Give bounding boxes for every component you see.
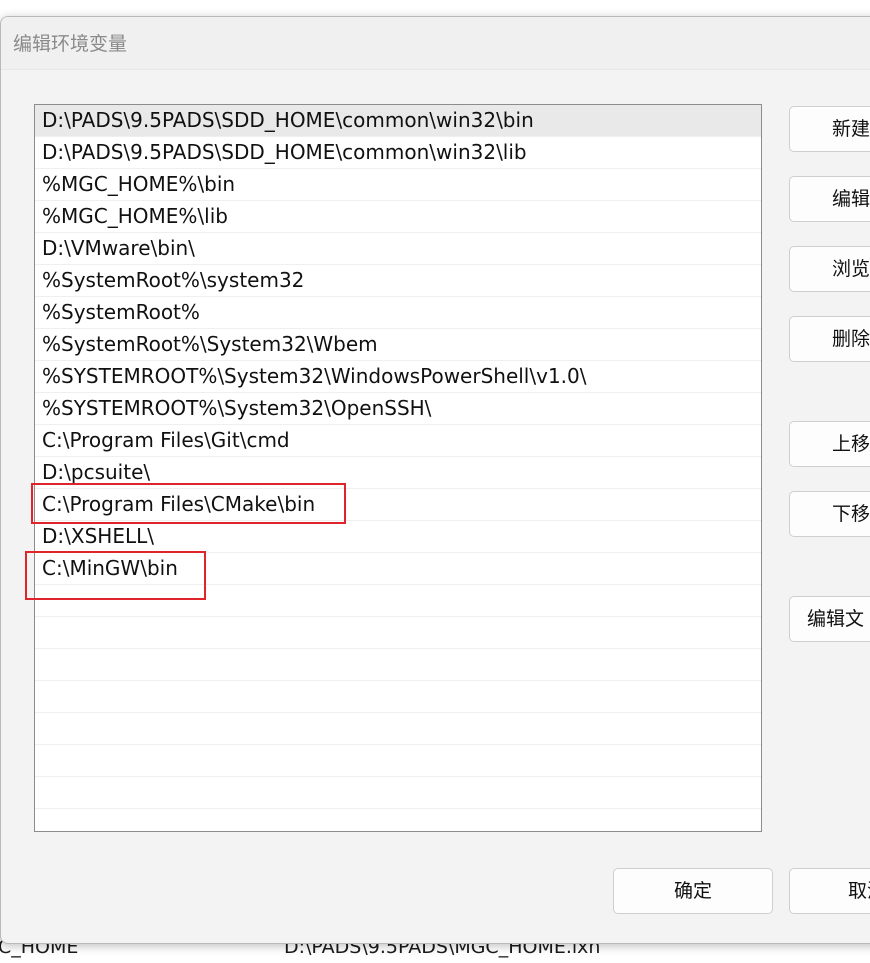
ok-button[interactable]: 确定 <box>613 868 773 914</box>
dialog-title: 编辑环境变量 <box>13 33 128 55</box>
move-down-button[interactable]: 下移 <box>789 491 870 537</box>
edit-button[interactable]: 编辑 <box>789 176 870 222</box>
browse-button[interactable]: 浏览 <box>789 246 870 292</box>
list-item[interactable]: D:\pcsuite\ <box>35 457 761 489</box>
list-item[interactable] <box>35 617 761 649</box>
list-item[interactable]: D:\PADS\9.5PADS\SDD_HOME\common\win32\bi… <box>35 105 761 137</box>
move-up-button[interactable]: 上移 <box>789 421 870 467</box>
dialog-titlebar[interactable]: 编辑环境变量 <box>1 17 870 70</box>
list-item[interactable]: %SystemRoot%\System32\Wbem <box>35 329 761 361</box>
list-item[interactable] <box>35 745 761 777</box>
path-list[interactable]: D:\PADS\9.5PADS\SDD_HOME\common\win32\bi… <box>34 104 762 832</box>
list-item[interactable]: D:\PADS\9.5PADS\SDD_HOME\common\win32\li… <box>35 137 761 169</box>
list-item[interactable]: D:\XSHELL\ <box>35 521 761 553</box>
list-item[interactable]: %MGC_HOME%\bin <box>35 169 761 201</box>
list-item[interactable] <box>35 713 761 745</box>
edit-env-variable-dialog: 编辑环境变量 D:\PADS\9.5PADS\SDD_HOME\common\w… <box>0 16 870 944</box>
list-item[interactable]: %SystemRoot% <box>35 297 761 329</box>
new-button[interactable]: 新建 <box>789 106 870 152</box>
cancel-button[interactable]: 取消 <box>789 868 870 914</box>
list-item[interactable] <box>35 585 761 617</box>
list-item[interactable]: C:\Program Files\Git\cmd <box>35 425 761 457</box>
list-item[interactable] <box>35 649 761 681</box>
list-item[interactable]: %MGC_HOME%\lib <box>35 201 761 233</box>
list-item[interactable] <box>35 681 761 713</box>
list-item[interactable]: %SystemRoot%\system32 <box>35 265 761 297</box>
delete-button[interactable]: 删除 <box>789 316 870 362</box>
list-item[interactable]: %SYSTEMROOT%\System32\OpenSSH\ <box>35 393 761 425</box>
list-item[interactable]: C:\Program Files\CMake\bin <box>35 489 761 521</box>
list-item[interactable] <box>35 809 761 831</box>
list-item[interactable]: D:\VMware\bin\ <box>35 233 761 265</box>
edit-text-button[interactable]: 编辑文 <box>789 596 870 642</box>
list-item[interactable]: C:\MinGW\bin <box>35 553 761 585</box>
list-item[interactable] <box>35 777 761 809</box>
list-item[interactable]: %SYSTEMROOT%\System32\WindowsPowerShell\… <box>35 361 761 393</box>
